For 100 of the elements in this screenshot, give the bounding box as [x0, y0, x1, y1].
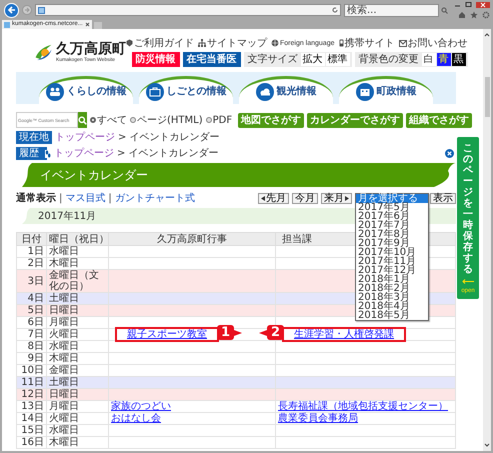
- mobile-phone-icon: [338, 39, 344, 47]
- date-cell: 9日: [16, 352, 46, 364]
- month-option[interactable]: 2017年8月: [356, 230, 428, 238]
- search-icon[interactable]: [441, 6, 448, 14]
- current-month-button[interactable]: 今月: [292, 192, 318, 204]
- column-header: 久万高原町行事: [108, 232, 276, 246]
- month-option[interactable]: 月を選択する: [356, 194, 428, 202]
- date-cell: 16日: [16, 436, 46, 448]
- date-cell: 14日: [16, 412, 46, 424]
- find-button[interactable]: 組織でさがす: [406, 112, 472, 128]
- background-color-button[interactable]: 白: [422, 52, 436, 66]
- cloud-icon: [256, 82, 274, 100]
- weekday-cell: 日曜日: [46, 304, 108, 316]
- search-button[interactable]: [78, 112, 87, 128]
- breadcrumb-link[interactable]: トップページ: [54, 148, 114, 159]
- month-option[interactable]: 2018年5月: [356, 310, 428, 320]
- navigation-tab[interactable]: くらしの情報: [39, 76, 133, 104]
- page-title: イベントカレンダー: [40, 168, 148, 182]
- weekday-cell: 火曜日: [46, 328, 108, 340]
- callout-pointer: [234, 330, 242, 336]
- separator: |: [108, 192, 112, 204]
- page-icon: [4, 22, 10, 28]
- search-scope-radio[interactable]: PDF: [206, 114, 232, 126]
- breadcrumb-link[interactable]: トップページ: [55, 132, 115, 143]
- previous-month-button[interactable]: 先月: [258, 192, 289, 204]
- next-month-button[interactable]: 来月: [321, 192, 352, 204]
- arrow-right-icon: [24, 7, 30, 13]
- navigation-tab[interactable]: 町政情報: [339, 76, 433, 104]
- weekday-cell: 月曜日: [46, 316, 108, 328]
- close-icon[interactable]: [445, 149, 454, 158]
- date-cell: 5日: [16, 304, 46, 316]
- month-option[interactable]: 2018年1月: [356, 274, 428, 284]
- column-header: 日付: [16, 232, 46, 246]
- utility-link[interactable]: 携帯サイト: [338, 38, 394, 48]
- star-icon[interactable]: [470, 10, 478, 18]
- scroll-up-icon[interactable]: [484, 32, 490, 37]
- background-color-button[interactable]: 黒: [452, 52, 466, 66]
- people-icon: [46, 82, 64, 100]
- scrollbar[interactable]: [483, 29, 491, 451]
- search-scope-radio[interactable]: すべて: [90, 114, 127, 126]
- date-cell: 4日: [16, 292, 46, 304]
- weekday-cell: 火曜日: [46, 412, 108, 424]
- footprint-icon: [45, 150, 51, 158]
- date-cell: 1日: [16, 246, 46, 258]
- callout-number: 1: [217, 325, 234, 340]
- address-bar[interactable]: [35, 4, 341, 16]
- date-cell: 11日: [16, 376, 46, 388]
- settings-icon[interactable]: [482, 10, 490, 18]
- show-button[interactable]: 表示: [430, 192, 456, 204]
- caret-right-icon: [345, 196, 349, 200]
- utility-link[interactable]: ご利用ガイド: [126, 38, 194, 48]
- view-mode-link[interactable]: 通常表示: [16, 192, 56, 204]
- weekday-cell: 水曜日: [46, 246, 108, 258]
- date-cell: 15日: [16, 424, 46, 436]
- utility-link[interactable]: お問い合わせ: [398, 38, 468, 48]
- swoosh-decoration: [16, 163, 32, 187]
- save-page-label: このページを一時保存する: [463, 143, 473, 275]
- font-size-button[interactable]: 標準: [326, 52, 350, 66]
- month-option[interactable]: 2017年5月: [356, 202, 428, 212]
- navigation-tab[interactable]: 観光情報: [239, 76, 333, 104]
- weekday-cell: 月曜日: [46, 400, 108, 412]
- utility-link[interactable]: サイトマップ: [198, 38, 267, 48]
- callout-number: 2: [266, 325, 284, 340]
- weekday-cell: 木曜日: [46, 352, 108, 364]
- date-cell: 3日: [16, 270, 46, 292]
- alert-button[interactable]: 在宅当番医: [182, 52, 240, 66]
- search-field[interactable]: 検索...: [344, 4, 439, 16]
- sitemap-icon: [198, 39, 206, 47]
- navigation-tab[interactable]: しごとの情報: [139, 76, 233, 104]
- search-scope-radio[interactable]: ページ(HTML): [130, 114, 203, 126]
- alert-button[interactable]: 防災情報: [132, 52, 180, 66]
- view-mode-link[interactable]: マス目式: [65, 192, 106, 204]
- weekday-cell: 木曜日: [46, 436, 108, 448]
- scroll-down-icon[interactable]: [484, 443, 490, 448]
- find-button[interactable]: 地図でさがす: [238, 112, 304, 128]
- weekday-cell: 水曜日: [46, 340, 108, 352]
- weekday-cell: 金曜日（文化の日）: [46, 270, 108, 292]
- month-option[interactable]: 2017年9月: [356, 238, 428, 248]
- close-icon[interactable]: [476, 2, 490, 8]
- background-color-button[interactable]: 青: [436, 52, 450, 66]
- find-button[interactable]: カレンダーでさがす: [307, 112, 404, 128]
- view-mode-link[interactable]: ガントチャート式: [114, 192, 195, 204]
- month-option[interactable]: 2018年4月: [356, 302, 428, 310]
- shield-icon: [126, 39, 133, 47]
- weekday-cell: 土曜日: [46, 376, 108, 388]
- caret-left-icon: [261, 196, 265, 200]
- month-option[interactable]: 2018年2月: [356, 284, 428, 292]
- font-size-button[interactable]: 拡大: [300, 52, 324, 66]
- month-option[interactable]: 2017年12月: [356, 266, 428, 274]
- home-icon[interactable]: [458, 10, 466, 18]
- building-icon: [356, 82, 374, 100]
- separator: |: [59, 192, 62, 204]
- back-button[interactable]: [4, 2, 19, 18]
- background-color-label: 背景色の変更: [358, 54, 420, 64]
- maximize-icon[interactable]: [465, 2, 472, 7]
- refresh-icon[interactable]: [332, 7, 338, 13]
- month-option[interactable]: 2017年6月: [356, 212, 428, 220]
- month-option[interactable]: 2017年7月: [356, 220, 428, 230]
- arrow-left-icon: [6, 5, 16, 15]
- close-icon[interactable]: [84, 22, 90, 27]
